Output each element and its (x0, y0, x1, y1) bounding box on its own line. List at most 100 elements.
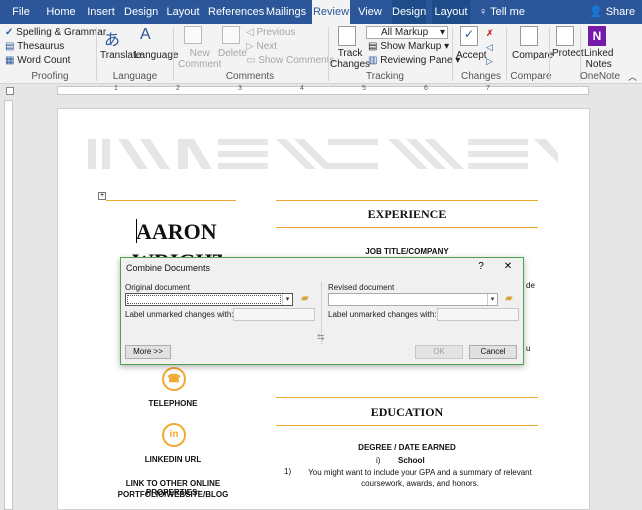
experience-heading: EXPERIENCE (367, 207, 447, 221)
tab-review[interactable]: Review (312, 0, 350, 24)
swap-documents-icon[interactable]: ⇆ (317, 332, 325, 343)
translate-icon: あ (104, 32, 121, 49)
next-comment-button[interactable]: ▷ Next (246, 41, 277, 52)
vertical-ruler[interactable] (4, 100, 13, 510)
dialog-title: Combine Documents (126, 263, 211, 273)
next-icon: ▷ (246, 41, 254, 52)
linkedin-label: LINKEDIN URL (144, 455, 202, 464)
telephone-label: TELEPHONE (148, 399, 198, 408)
markup-dropdown[interactable]: All Markup ▾ (366, 26, 448, 39)
show-comments-button[interactable]: ▭ Show Comments (246, 55, 334, 66)
tell-me-box[interactable]: ♀ Tell me (478, 0, 526, 24)
share-button[interactable]: 👤 Share (588, 0, 636, 24)
accept-button[interactable]: Accept (456, 50, 487, 61)
reviewing-pane-button[interactable]: ▥ Reviewing Pane ▾ (368, 55, 460, 66)
word-count-button[interactable]: ▦ Word Count (5, 55, 70, 66)
thesaurus-label: Thesaurus (17, 41, 65, 52)
group-separator (452, 27, 453, 81)
original-unmarked-input[interactable] (233, 308, 315, 321)
thesaurus-button[interactable]: ▤ Thesaurus (5, 41, 64, 52)
ribbon-review: ✓ Spelling & Grammar ▤ Thesaurus ▦ Word … (0, 24, 642, 84)
help-button[interactable]: ? (475, 261, 487, 272)
tab-layout[interactable]: Layout (166, 0, 200, 24)
chevron-down-icon: ▾ (487, 294, 497, 305)
cancel-button[interactable]: Cancel (469, 345, 517, 359)
group-separator (96, 27, 97, 81)
original-document-combo[interactable]: ▾ (125, 293, 293, 306)
education-heading: EDUCATION (370, 405, 444, 419)
revised-unmarked-input[interactable] (437, 308, 519, 321)
reviewing-pane-label: Reviewing Pane (380, 55, 453, 66)
compare-icon (520, 26, 538, 46)
ruler-number: 6 (424, 85, 428, 92)
protect-button[interactable]: Protect (552, 48, 584, 59)
tab-insert[interactable]: Insert (86, 0, 116, 24)
compare-button[interactable]: Compare (512, 50, 553, 61)
original-document-label: Original document (125, 283, 190, 292)
tab-selector-icon[interactable] (6, 87, 14, 95)
markup-value: All Markup (381, 27, 429, 38)
ok-button[interactable]: OK (415, 345, 463, 359)
show-markup-icon: ▤ (368, 41, 378, 52)
revised-label-unmarked: Label unmarked changes with: (328, 310, 437, 319)
reject-icon[interactable]: ✗ (486, 28, 494, 39)
experience-text-fragment: u (526, 344, 531, 353)
header-stripe-graphic (88, 139, 558, 169)
degree-line: DEGREE / DATE EARNED (358, 443, 456, 452)
show-markup-label: Show Markup (380, 41, 442, 52)
ruler-number: 1 (114, 85, 118, 92)
more-button[interactable]: More >> (125, 345, 171, 359)
close-button[interactable]: ✕ (501, 261, 515, 272)
divider-line (106, 200, 236, 201)
ruler-number: 7 (486, 85, 490, 92)
spelling-label: Spelling & Grammar (16, 27, 107, 38)
combine-documents-dialog: Combine Documents ? ✕ Original document … (120, 257, 524, 365)
share-label: Share (605, 6, 636, 18)
spelling-grammar-button[interactable]: ✓ Spelling & Grammar (5, 27, 106, 38)
combo-focus-ring (127, 295, 281, 304)
group-label-comments: Comments (225, 71, 275, 82)
track-changes-icon (338, 26, 356, 46)
previous-icon: ◁ (246, 27, 254, 38)
group-separator (328, 27, 329, 81)
tab-table-design[interactable]: Design (392, 0, 426, 24)
tab-table-layout[interactable]: Layout (432, 0, 470, 24)
horizontal-ruler[interactable]: 1 2 3 4 5 6 7 (57, 85, 589, 95)
delete-comment-button[interactable]: Delete (218, 48, 247, 59)
show-markup-button[interactable]: ▤ Show Markup ▾ (368, 41, 449, 52)
collapse-ribbon-icon[interactable]: ︿ (628, 70, 637, 83)
track-changes-button[interactable]: Track Changes (330, 48, 370, 70)
accept-icon: ✓ (460, 26, 478, 46)
chevron-down-icon: ▾ (439, 27, 445, 38)
experience-text-fragment: de (526, 281, 535, 290)
open-folder-icon[interactable]: ▰ (505, 293, 517, 304)
next-change-icon[interactable]: ▷ (486, 56, 493, 67)
tab-references[interactable]: References (208, 0, 264, 24)
open-folder-icon[interactable]: ▰ (301, 293, 313, 304)
group-label-tracking: Tracking (366, 71, 404, 82)
previous-label: Previous (256, 27, 296, 38)
group-label-language: Language (112, 71, 158, 82)
tab-design[interactable]: Design (124, 0, 158, 24)
school-name: School (398, 456, 425, 465)
tab-home[interactable]: Home (44, 0, 78, 24)
ruler-number: 5 (362, 85, 366, 92)
word-count-label: Word Count (17, 55, 71, 66)
new-comment-button[interactable]: New Comment (178, 48, 221, 70)
tab-view[interactable]: View (356, 0, 384, 24)
revised-document-combo[interactable]: ▾ (328, 293, 498, 306)
group-label-compare: Compare (510, 71, 552, 82)
word-count-icon: ▦ (5, 55, 15, 66)
tab-mailings[interactable]: Mailings (264, 0, 308, 24)
table-move-handle-icon[interactable]: + (98, 192, 106, 200)
group-separator (506, 27, 507, 81)
linked-notes-button[interactable]: Linked Notes (584, 48, 613, 70)
previous-comment-button[interactable]: ◁ Previous (246, 27, 295, 38)
revised-document-label: Revised document (328, 283, 395, 292)
tab-file[interactable]: File (8, 0, 34, 24)
previous-change-icon[interactable]: ◁ (486, 42, 493, 53)
protect-icon (556, 26, 574, 46)
book-icon: ▤ (5, 41, 15, 52)
next-label: Next (256, 41, 278, 52)
language-button[interactable]: Language (134, 50, 179, 61)
